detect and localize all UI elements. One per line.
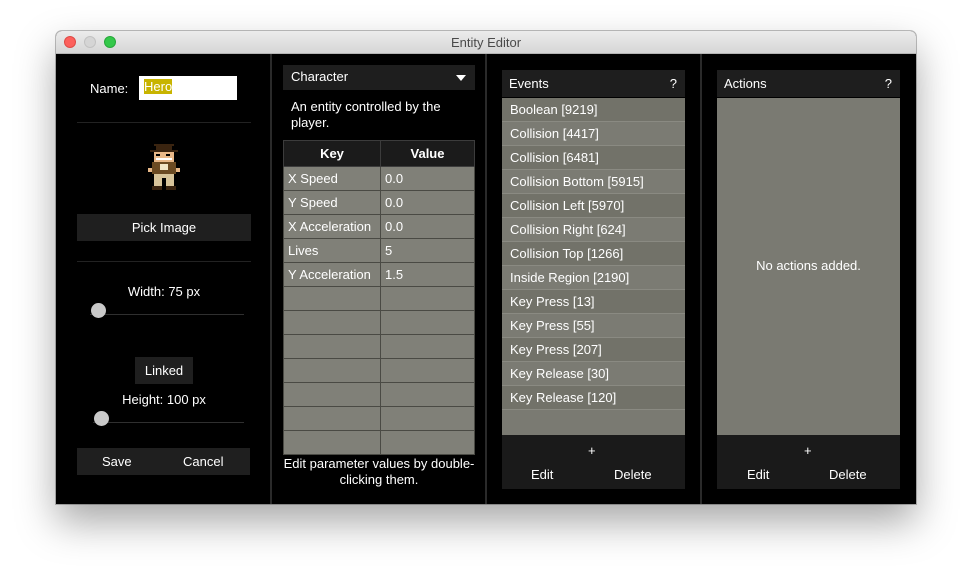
parameter-value-cell[interactable] <box>380 310 475 335</box>
parameter-key-cell[interactable]: Y Speed <box>283 190 381 215</box>
entity-description: An entity controlled by the player. <box>291 99 441 130</box>
table-row[interactable] <box>283 406 475 431</box>
parameter-value-cell[interactable]: 0.0 <box>380 166 475 191</box>
list-item[interactable]: Key Release [120] <box>502 386 685 410</box>
table-row[interactable] <box>283 382 475 407</box>
save-cancel-bar: Save Cancel <box>77 448 250 475</box>
column-header-key[interactable]: Key <box>283 140 381 167</box>
height-slider-track[interactable] <box>93 422 244 423</box>
list-item[interactable]: Inside Region [2190] <box>502 266 685 290</box>
parameter-value-cell[interactable]: 0.0 <box>380 190 475 215</box>
events-header: Events ? <box>502 70 685 97</box>
actions-header: Actions ? <box>717 70 900 97</box>
add-event-button[interactable]: + <box>588 443 596 458</box>
actions-footer: + Edit Delete <box>717 435 900 489</box>
height-label: Height: 100 px <box>122 392 206 407</box>
list-item[interactable]: Collision Right [624] <box>502 218 685 242</box>
list-item[interactable]: Key Press [55] <box>502 314 685 338</box>
events-title: Events <box>509 76 549 91</box>
panel-divider <box>270 54 272 504</box>
add-action-button[interactable]: + <box>804 443 812 458</box>
panel-divider <box>700 54 702 504</box>
parameter-key-cell[interactable] <box>283 286 381 311</box>
cancel-button[interactable]: Cancel <box>183 454 223 469</box>
save-button[interactable]: Save <box>102 454 132 469</box>
list-item[interactable]: Key Press [207] <box>502 338 685 362</box>
pick-image-button[interactable]: Pick Image <box>77 214 251 241</box>
events-help-button[interactable]: ? <box>670 76 677 91</box>
events-footer: + Edit Delete <box>502 435 685 489</box>
parameter-value-cell[interactable] <box>380 334 475 359</box>
parameter-value-cell[interactable]: 0.0 <box>380 214 475 239</box>
parameter-key-cell[interactable] <box>283 310 381 335</box>
list-item[interactable]: Collision [6481] <box>502 146 685 170</box>
parameter-key-cell[interactable]: X Acceleration <box>283 214 381 239</box>
list-item[interactable]: Collision Top [1266] <box>502 242 685 266</box>
parameter-key-cell[interactable]: Lives <box>283 238 381 263</box>
edit-hint: Edit parameter values by double-clicking… <box>283 456 475 487</box>
parameter-key-cell[interactable] <box>283 382 381 407</box>
hero-sprite-image <box>148 144 180 190</box>
table-row[interactable]: X Speed 0.0 <box>283 166 475 191</box>
parameter-key-cell[interactable] <box>283 334 381 359</box>
window-content: Name: Hero Pick Image Width: 75 px Linke… <box>56 54 916 504</box>
actions-title: Actions <box>724 76 767 91</box>
parameter-value-cell[interactable]: 5 <box>380 238 475 263</box>
parameter-value-cell[interactable]: 1.5 <box>380 262 475 287</box>
divider <box>77 261 251 262</box>
parameter-value-cell[interactable] <box>380 382 475 407</box>
parameter-value-cell[interactable] <box>380 358 475 383</box>
chevron-down-icon <box>456 75 466 81</box>
list-item[interactable]: Key Release [30] <box>502 362 685 386</box>
list-item[interactable]: Key Press [13] <box>502 290 685 314</box>
divider <box>77 122 251 123</box>
name-label: Name: <box>90 81 129 96</box>
delete-event-button[interactable]: Delete <box>614 467 652 482</box>
edit-event-button[interactable]: Edit <box>531 467 553 482</box>
height-slider-knob[interactable] <box>93 411 109 426</box>
parameter-key-cell[interactable] <box>283 358 381 383</box>
table-row[interactable]: Y Speed 0.0 <box>283 190 475 215</box>
parameter-key-cell[interactable]: X Speed <box>283 166 381 191</box>
name-field-value: Hero <box>144 79 173 94</box>
list-item[interactable]: Collision Left [5970] <box>502 194 685 218</box>
table-row[interactable] <box>283 286 475 311</box>
list-item[interactable]: Collision Bottom [5915] <box>502 170 685 194</box>
actions-help-button[interactable]: ? <box>885 76 892 91</box>
table-row[interactable]: Y Acceleration 1.5 <box>283 262 475 287</box>
parameter-value-cell[interactable] <box>380 286 475 311</box>
list-item[interactable]: Boolean [9219] <box>502 98 685 122</box>
column-header-value[interactable]: Value <box>380 140 475 167</box>
table-row[interactable] <box>283 430 475 455</box>
width-slider-knob[interactable] <box>90 303 106 318</box>
panel-divider <box>485 54 487 504</box>
entity-type-value: Character <box>291 69 349 84</box>
empty-actions-message: No actions added. <box>756 258 861 273</box>
parameter-key-cell[interactable]: Y Acceleration <box>283 262 381 287</box>
parameter-value-cell[interactable] <box>380 430 475 455</box>
actions-list[interactable]: No actions added. <box>717 98 900 435</box>
parameter-table: Key Value X Speed 0.0 Y Speed 0.0 X Accelera… <box>283 140 475 455</box>
name-field[interactable]: Hero <box>139 76 237 100</box>
parameter-key-cell[interactable] <box>283 406 381 431</box>
entity-type-dropdown[interactable]: Character <box>283 65 475 90</box>
table-row[interactable]: X Acceleration 0.0 <box>283 214 475 239</box>
table-row[interactable] <box>283 334 475 359</box>
table-row[interactable] <box>283 358 475 383</box>
width-label: Width: 75 px <box>127 284 201 299</box>
delete-action-button[interactable]: Delete <box>829 467 867 482</box>
table-row[interactable]: Lives 5 <box>283 238 475 263</box>
table-row[interactable] <box>283 310 475 335</box>
parameter-value-cell[interactable] <box>380 406 475 431</box>
linked-toggle-button[interactable]: Linked <box>135 357 193 384</box>
entity-editor-window: Entity Editor Name: Hero Pick Image Widt… <box>56 31 916 504</box>
width-slider-track[interactable] <box>90 314 244 315</box>
window-title: Entity Editor <box>450 35 522 50</box>
list-item[interactable]: Collision [4417] <box>502 122 685 146</box>
title-bar: Entity Editor <box>56 31 916 54</box>
parameter-key-cell[interactable] <box>283 430 381 455</box>
events-list[interactable]: Boolean [9219] Collision [4417] Collision … <box>502 98 685 435</box>
edit-action-button[interactable]: Edit <box>747 467 769 482</box>
